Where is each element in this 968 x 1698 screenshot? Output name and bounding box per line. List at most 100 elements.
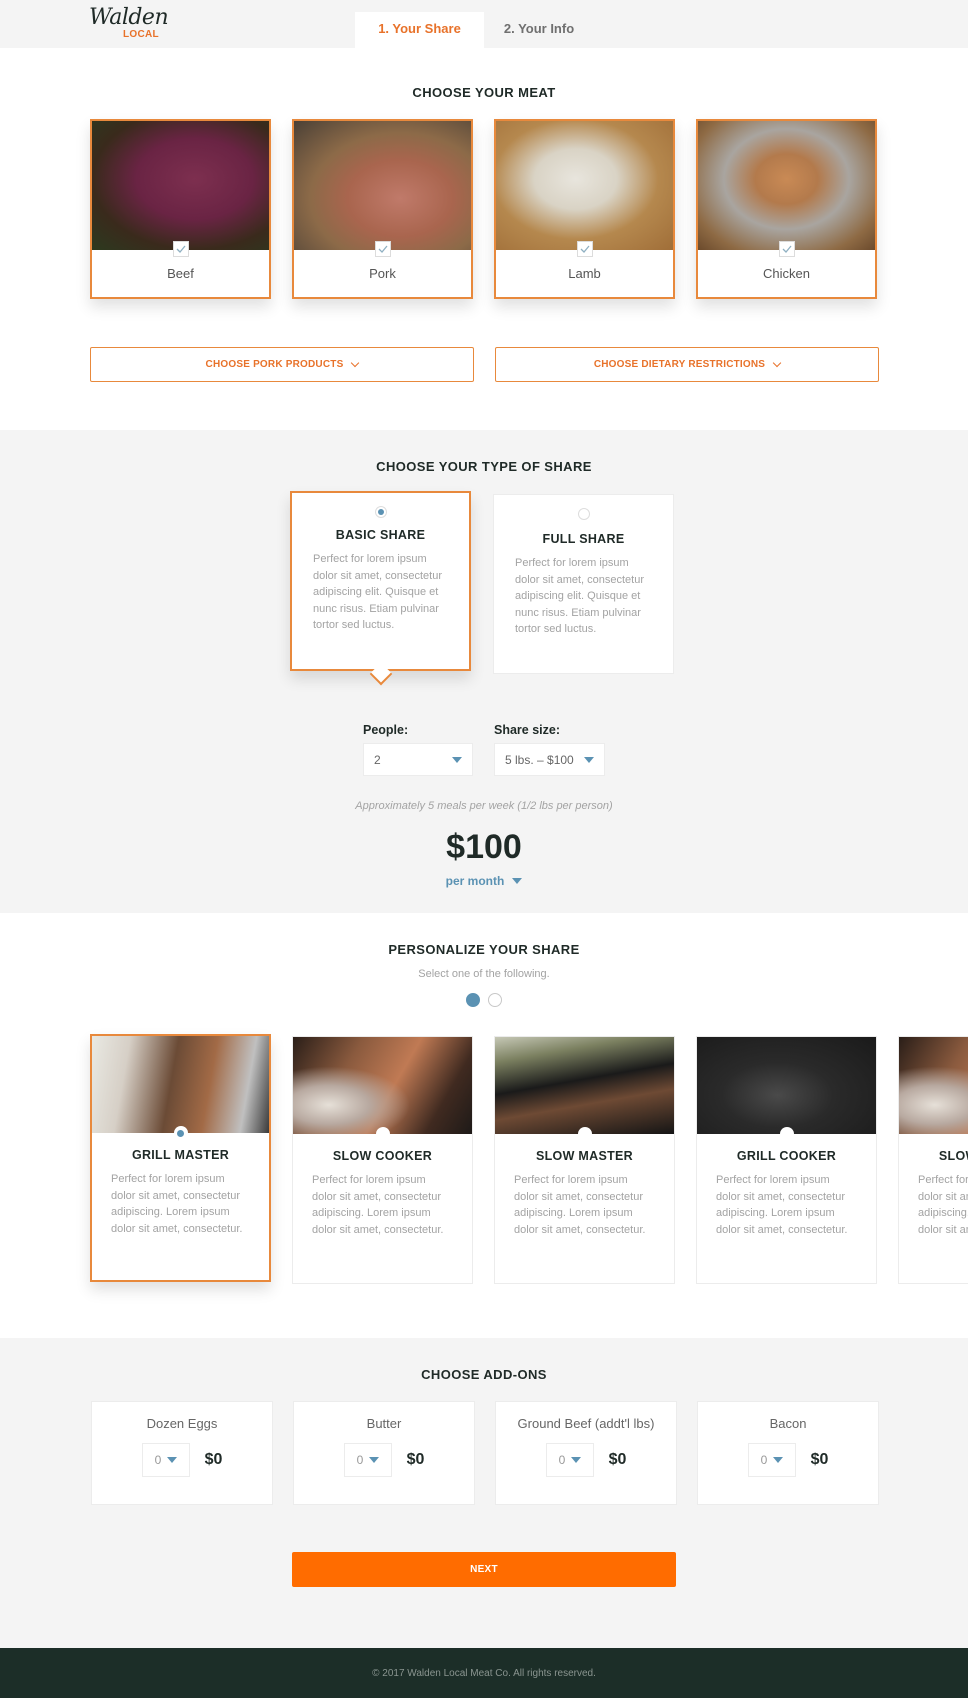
header: Walden LOCAL 1. Your Share 2. Your Info (0, 0, 968, 48)
meat-card-pork[interactable]: Pork (292, 119, 473, 299)
addon-price: $0 (406, 1451, 425, 1468)
meat-card-lamb[interactable]: Lamb (494, 119, 675, 299)
logo-wordmark: Walden (89, 5, 169, 30)
personalize-option-description: Perfect for lorem ipsum dolor sit amet, … (716, 1174, 848, 1236)
personalize-option-description: Perfect for lorem ipsum dolor sit amet, … (918, 1174, 968, 1236)
step-tabs: 1. Your Share 2. Your Info (355, 12, 594, 48)
addon-price: $0 (204, 1451, 223, 1468)
radio-unselected[interactable] (577, 1127, 592, 1141)
meat-section: CHOOSE YOUR MEAT Beef Pork Lamb Chicken … (0, 48, 968, 430)
chevron-down-icon (351, 358, 360, 367)
share-size-value: 5 lbs. – $100 (505, 752, 574, 767)
meat-card-beef[interactable]: Beef (90, 119, 271, 299)
meat-label: Chicken (763, 266, 810, 281)
selection-pointer (369, 662, 392, 686)
lamb-image (496, 121, 673, 250)
personalize-option-slow-master[interactable]: SLOW MASTER Perfect for lorem ipsum dolo… (494, 1036, 675, 1284)
meat-options-row: CHOOSE PORK PRODUCTS CHOOSE DIETARY REST… (90, 347, 879, 382)
check-icon[interactable] (778, 241, 795, 257)
billing-period-dropdown[interactable]: per month (0, 874, 968, 888)
people-value: 2 (374, 752, 381, 767)
billing-period-label: per month (445, 874, 505, 888)
carousel-pager (0, 993, 968, 1007)
caret-down-icon (570, 1457, 581, 1463)
meat-section-title: CHOOSE YOUR MEAT (412, 85, 556, 100)
chevron-down-icon (772, 358, 782, 367)
radio-dot (377, 509, 384, 515)
addon-quantity-select[interactable]: 0 (343, 1443, 392, 1477)
personalize-option-description: Perfect for lorem ipsum dolor sit amet, … (111, 1173, 243, 1235)
check-icon[interactable] (172, 241, 189, 257)
addon-quantity-select[interactable]: 0 (545, 1443, 594, 1477)
share-type-section: CHOOSE YOUR TYPE OF SHARE BASIC SHARE Pe… (0, 430, 968, 913)
meat-grid: Beef Pork Lamb Chicken (90, 119, 877, 299)
meat-label: Beef (167, 266, 194, 281)
personalize-subtitle: Select one of the following. (418, 968, 550, 980)
addon-card-bacon: Bacon 0 $0 (697, 1401, 879, 1505)
people-label: People: (363, 723, 409, 737)
addon-controls: 0 $0 (141, 1443, 223, 1477)
share-option-basic[interactable]: BASIC SHARE Perfect for lorem ipsum dolo… (290, 491, 471, 686)
beef-image (92, 121, 269, 250)
choose-pork-products-button[interactable]: CHOOSE PORK PRODUCTS (90, 347, 474, 382)
radio-unselected[interactable] (577, 508, 590, 520)
copyright-text: © 2017 Walden Local Meat Co. All rights … (372, 1667, 596, 1679)
addon-controls: 0 $0 (343, 1443, 425, 1477)
next-button[interactable]: NEXT (292, 1552, 676, 1587)
addon-quantity-select[interactable]: 0 (747, 1443, 796, 1477)
slow-master-image (495, 1037, 674, 1134)
people-select[interactable]: 2 (363, 743, 473, 776)
share-price: $100 (446, 828, 522, 866)
slow-cooker-image (899, 1037, 968, 1134)
addons-section: CHOOSE ADD-ONS Dozen Eggs 0 $0 Butter 0 … (0, 1338, 968, 1648)
addon-card-ground-beef: Ground Beef (addt'l lbs) 0 $0 (495, 1401, 677, 1505)
radio-unselected[interactable] (375, 1127, 390, 1141)
caret-down-icon (772, 1457, 783, 1463)
personalize-option-slow-cooker-2[interactable]: SLOW COOKER Perfect for lorem ipsum dolo… (898, 1036, 968, 1284)
radio-selected[interactable] (173, 1126, 188, 1140)
caret-down-icon (584, 756, 594, 763)
share-section-title: CHOOSE YOUR TYPE OF SHARE (376, 459, 592, 474)
radio-unselected[interactable] (779, 1127, 794, 1141)
chicken-image (698, 121, 875, 250)
addon-quantity-value: 0 (356, 1453, 364, 1467)
share-size-select[interactable]: 5 lbs. – $100 (494, 743, 605, 776)
caret-down-icon (166, 1457, 177, 1463)
radio-selected[interactable] (374, 506, 387, 518)
personalize-option-slow-cooker[interactable]: SLOW COOKER Perfect for lorem ipsum dolo… (292, 1036, 473, 1284)
personalize-option-description: Perfect for lorem ipsum dolor sit amet, … (514, 1174, 646, 1236)
addon-quantity-value: 0 (154, 1453, 162, 1467)
addon-card-butter: Butter 0 $0 (293, 1401, 475, 1505)
meat-card-chicken[interactable]: Chicken (696, 119, 877, 299)
choose-dietary-restrictions-button[interactable]: CHOOSE DIETARY RESTRICTIONS (495, 347, 879, 382)
addons-section-title: CHOOSE ADD-ONS (421, 1367, 547, 1382)
personalize-option-grill-cooker[interactable]: GRILL COOKER Perfect for lorem ipsum dol… (696, 1036, 877, 1284)
logo[interactable]: Walden LOCAL (89, 6, 169, 44)
addon-name: Bacon (769, 1416, 807, 1431)
slow-cooker-image (293, 1037, 472, 1134)
personalize-option-grill-master[interactable]: GRILL MASTER Perfect for lorem ipsum dol… (90, 1034, 271, 1282)
caret-down-icon (512, 878, 523, 884)
carousel-page-2[interactable] (488, 993, 502, 1007)
personalize-option-name: SLOW MASTER (535, 1149, 634, 1163)
share-option-description: Perfect for lorem ipsum dolor sit amet, … (313, 553, 443, 631)
addon-controls: 0 $0 (747, 1443, 828, 1477)
tab-your-info[interactable]: 2. Your Info (484, 12, 594, 48)
addon-card-eggs: Dozen Eggs 0 $0 (91, 1401, 273, 1505)
caret-down-icon (452, 756, 462, 763)
share-option-full[interactable]: FULL SHARE Perfect for lorem ipsum dolor… (493, 494, 674, 674)
people-field: People: 2 (363, 723, 473, 776)
addon-name: Ground Beef (addt'l lbs) (517, 1416, 655, 1431)
tab-your-share[interactable]: 1. Your Share (355, 12, 484, 48)
check-icon[interactable] (576, 241, 593, 257)
check-icon[interactable] (374, 241, 391, 257)
logo-subtitle: LOCAL (123, 29, 159, 40)
grill-cooker-image (697, 1037, 876, 1134)
addon-quantity-select[interactable]: 0 (141, 1443, 190, 1477)
personalize-option-description: Perfect for lorem ipsum dolor sit amet, … (312, 1174, 444, 1236)
share-option-description: Perfect for lorem ipsum dolor sit amet, … (515, 557, 645, 635)
dietary-restrictions-label: CHOOSE DIETARY RESTRICTIONS (593, 359, 766, 370)
share-size-field: Share size: 5 lbs. – $100 (494, 723, 605, 776)
carousel-page-1[interactable] (466, 993, 480, 1007)
share-options: BASIC SHARE Perfect for lorem ipsum dolo… (290, 491, 674, 686)
